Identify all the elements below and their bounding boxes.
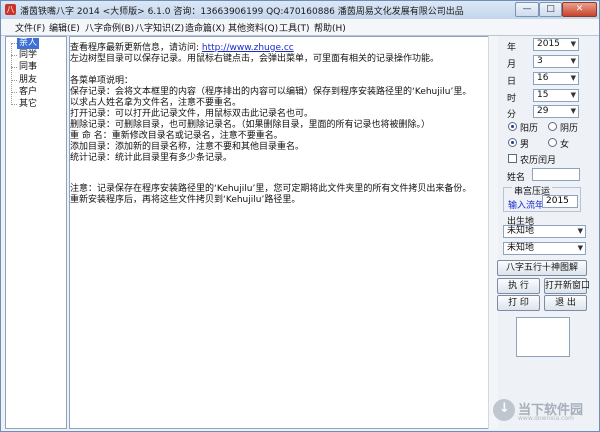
chevron-down-icon: ▼ [570, 74, 576, 82]
chevron-down-icon: ▼ [570, 57, 576, 65]
birthplace-city-value: 未知地 [507, 243, 535, 253]
menu-bazi-knowledge[interactable]: 八字知识(Z) [135, 21, 184, 34]
text-editor[interactable]: 查看程序最新更新信息，请访问: http://www.zhuge.cc 左边树型… [69, 36, 498, 429]
male-radio[interactable] [508, 138, 517, 147]
chevron-down-icon: ▼ [577, 227, 583, 235]
window-title: 潘茵铁嘴八字 2014 <大师版> 6.1.0 咨询：13663906199 Q… [20, 7, 464, 17]
year-label: 年 [507, 43, 517, 53]
editor-line: 重新安装程序后，再将这些文件拷贝到‘Kehujilu’路径里。 [70, 195, 301, 205]
leap-month-checkbox[interactable] [508, 154, 517, 163]
male-label: 男 [520, 140, 530, 150]
flow-year-input[interactable]: 2015 [542, 195, 578, 208]
record-tree[interactable]: 亲人 同学 同事 朋友 客户 其它 [5, 36, 67, 429]
birthplace-province-value: 未知地 [507, 226, 535, 236]
name-input[interactable] [532, 168, 580, 181]
menu-tools[interactable]: 工具(T) [279, 21, 310, 34]
birthplace-city-select[interactable]: 未知地 ▼ [503, 242, 586, 255]
menu-bazi-cases[interactable]: 八字命例(B) [85, 21, 134, 34]
menu-zaoming[interactable]: 造命篇(X) [185, 21, 225, 34]
title-bar: 八 潘茵铁嘴八字 2014 <大师版> 6.1.0 咨询：13663906199… [1, 1, 599, 20]
tree-connector [11, 43, 12, 105]
tree-item-clients[interactable]: 客户 [17, 87, 39, 98]
main-window: 八 潘茵铁嘴八字 2014 <大师版> 6.1.0 咨询：13663906199… [0, 0, 600, 432]
hour-select[interactable]: 15 ▼ [533, 89, 579, 102]
birthplace-province-select[interactable]: 未知地 ▼ [503, 225, 586, 238]
input-panel: 年 2015 ▼ 月 3 ▼ 日 16 ▼ 时 15 ▼ 分 29 ▼ 阳历 阴历 男 女… [497, 36, 599, 429]
print-button[interactable]: 打 印 [497, 295, 540, 311]
close-button[interactable]: ✕ [562, 2, 597, 17]
menu-help[interactable]: 帮助(H) [314, 21, 346, 34]
flow-year-label: 输入流年 [508, 201, 545, 211]
hour-value: 15 [537, 90, 549, 100]
tree-item-classmates[interactable]: 同学 [17, 50, 39, 61]
menu-file[interactable]: 文件(F) [15, 21, 45, 34]
menu-other-data[interactable]: 其他资料(Q) [228, 21, 278, 34]
day-value: 16 [537, 73, 549, 83]
female-label: 女 [560, 140, 570, 150]
editor-scrollbar[interactable] [488, 36, 498, 429]
image-box [516, 317, 570, 357]
minute-label: 分 [507, 110, 517, 120]
watermark-url: www.downxia.com [518, 415, 574, 422]
female-radio[interactable] [548, 138, 557, 147]
day-label: 日 [507, 77, 517, 87]
hour-label: 时 [507, 94, 517, 104]
year-value: 2015 [537, 39, 560, 49]
open-new-window-button[interactable]: 打开新窗口 [544, 278, 590, 294]
leap-month-label: 农历闰月 [520, 156, 557, 166]
editor-line: 左边树型目录可以保存记录。用鼠标右键点击，会弹出菜单，可里面有相关的记录操作功能… [70, 54, 440, 64]
day-select[interactable]: 16 ▼ [533, 72, 579, 85]
editor-line: 统计记录：统计此目录里有多少条记录。 [70, 153, 233, 163]
execute-button[interactable]: 执 行 [497, 278, 540, 294]
download-icon [493, 399, 515, 421]
solar-radio[interactable] [508, 122, 517, 131]
minute-value: 29 [537, 106, 549, 116]
chevron-down-icon: ▼ [570, 91, 576, 99]
app-icon: 八 [5, 4, 16, 15]
tree-item-colleagues[interactable]: 同事 [17, 62, 39, 73]
minute-select[interactable]: 29 ▼ [533, 105, 579, 118]
watermark: 当下软件园 www.downxia.com [493, 397, 593, 427]
tree-item-family[interactable]: 亲人 [17, 38, 40, 49]
maximize-button[interactable]: □ [539, 2, 562, 17]
month-select[interactable]: 3 ▼ [533, 55, 579, 68]
wuxing-diagram-button[interactable]: 八字五行十神图解 [497, 260, 587, 276]
lunar-radio[interactable] [548, 122, 557, 131]
tree-item-friends[interactable]: 朋友 [17, 75, 39, 86]
tree-item-others[interactable]: 其它 [17, 99, 39, 110]
name-label: 姓名 [507, 173, 526, 183]
menu-bar: 文件(F) 编辑(E) 八字命例(B) 八字知识(Z) 造命篇(X) 其他资料(… [1, 19, 599, 36]
chevron-down-icon: ▼ [570, 107, 576, 115]
month-value: 3 [537, 56, 543, 66]
chevron-down-icon: ▼ [577, 244, 583, 252]
menu-edit[interactable]: 编辑(E) [49, 21, 80, 34]
solar-label: 阳历 [520, 124, 539, 134]
lunar-label: 阴历 [560, 124, 579, 134]
year-select[interactable]: 2015 ▼ [533, 38, 579, 51]
exit-button[interactable]: 退 出 [544, 295, 587, 311]
month-label: 月 [507, 60, 517, 70]
minimize-button[interactable]: — [515, 2, 539, 17]
chevron-down-icon: ▼ [570, 40, 576, 48]
